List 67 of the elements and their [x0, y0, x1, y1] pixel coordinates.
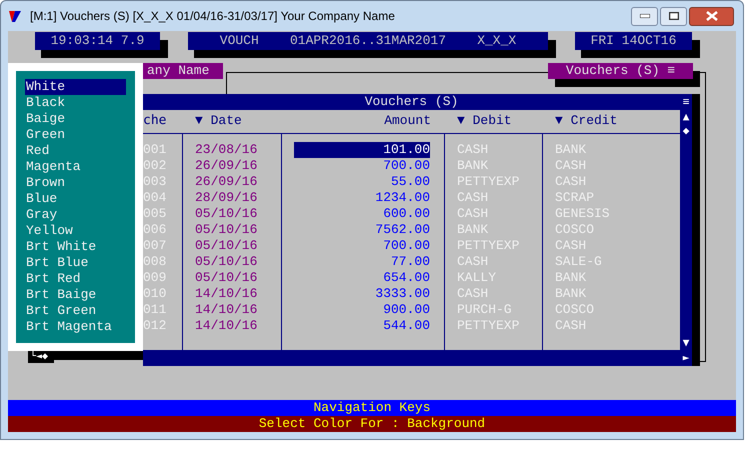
- minimize-button[interactable]: [631, 6, 658, 26]
- status-box: FRI 14OCT16: [575, 32, 692, 50]
- table-cell-text: 26/09/16: [195, 158, 258, 174]
- menu-icon: ≡: [680, 94, 692, 110]
- menu-item[interactable]: Blue: [25, 191, 126, 207]
- table-cell-text: 05/10/16: [195, 270, 258, 286]
- close-icon: [706, 11, 718, 21]
- table-cell[interactable]: 1234.00: [294, 190, 430, 206]
- table-cell-text: 23/08/16: [195, 142, 258, 158]
- scroll-down-icon[interactable]: ▼: [682, 336, 690, 350]
- corner-mark: └◄◆: [28, 351, 54, 363]
- table-cell[interactable]: 544.00: [294, 318, 430, 334]
- scrollbar[interactable]: ▲ ◆ ▼: [680, 110, 692, 350]
- table-cell-text: 05/10/16: [195, 206, 258, 222]
- menu-item[interactable]: White: [25, 79, 126, 95]
- navigation-bar: Navigation Keys: [8, 400, 736, 416]
- table-cell[interactable]: 654.00: [294, 270, 430, 286]
- table-cell-text: 05/10/16: [195, 222, 258, 238]
- menu-item[interactable]: Green: [25, 127, 126, 143]
- menu-item[interactable]: Black: [25, 95, 126, 111]
- table-cell[interactable]: 700.00: [294, 158, 430, 174]
- column-header[interactable]: ▼ Debit: [457, 112, 512, 128]
- window-label: Vouchers (S) ≡: [548, 63, 693, 79]
- column-header[interactable]: Amount: [384, 112, 431, 128]
- minimize-icon: [640, 14, 650, 18]
- menu-item[interactable]: Gray: [25, 207, 126, 223]
- table-cell-text: 14/10/16: [195, 286, 258, 302]
- menu-item[interactable]: Brt Blue: [25, 255, 126, 271]
- app-logo-icon: [8, 9, 22, 23]
- scroll-thumb-icon[interactable]: ◆: [682, 124, 690, 138]
- table-cell[interactable]: 700.00: [294, 238, 430, 254]
- menu-item[interactable]: Magenta: [25, 159, 126, 175]
- maximize-icon: [668, 12, 678, 20]
- status-box: 19:03:14 7.9: [35, 32, 160, 50]
- menu-item[interactable]: Red: [25, 143, 126, 159]
- maximize-button[interactable]: [660, 6, 687, 26]
- table-cell[interactable]: 600.00: [294, 206, 430, 222]
- table-cell[interactable]: 3333.00: [294, 286, 430, 302]
- table-cell-text: 05/10/16: [195, 238, 258, 254]
- table-title: Vouchers (S): [364, 94, 460, 110]
- table-cell-text: 28/09/16: [195, 190, 258, 206]
- prompt-bar: Select Color For : Background: [8, 416, 736, 432]
- table-cell[interactable]: 55.00: [294, 174, 430, 190]
- menu-item[interactable]: Baige: [25, 111, 126, 127]
- menu-item[interactable]: Brt Baige: [25, 287, 126, 303]
- window-title: [M:1] Vouchers (S) [X_X_X 01/04/16-31/03/17] Your Company Name: [30, 8, 395, 25]
- close-button[interactable]: [689, 6, 734, 26]
- table-cell-text: 14/10/16: [195, 318, 258, 334]
- table-cell[interactable]: 77.00: [294, 254, 430, 270]
- table-cell-text: 26/09/16: [195, 174, 258, 190]
- table-cell-text: 14/10/16: [195, 302, 258, 318]
- scroll-right-icon[interactable]: ►: [680, 350, 692, 366]
- scroll-up-icon[interactable]: ▲: [682, 110, 690, 124]
- column-header[interactable]: che: [143, 112, 166, 128]
- table-cell[interactable]: 101.00: [294, 142, 430, 158]
- table-cell[interactable]: 900.00: [294, 302, 430, 318]
- menu-item[interactable]: Brt Magenta: [25, 319, 126, 335]
- menu-item[interactable]: Brt White: [25, 239, 126, 255]
- menu-item[interactable]: Yellow: [25, 223, 126, 239]
- table-cell[interactable]: 7562.00: [294, 222, 430, 238]
- menu-item[interactable]: Brt Green: [25, 303, 126, 319]
- status-box: VOUCH 01APR2016..31MAR2017 X_X_X: [188, 32, 548, 50]
- menu-item[interactable]: Brt Red: [25, 271, 126, 287]
- column-header[interactable]: ▼ Credit: [555, 112, 618, 128]
- column-header[interactable]: ▼ Date: [195, 112, 242, 128]
- menu-item[interactable]: Brown: [25, 175, 126, 191]
- table-cell-text: 05/10/16: [195, 254, 258, 270]
